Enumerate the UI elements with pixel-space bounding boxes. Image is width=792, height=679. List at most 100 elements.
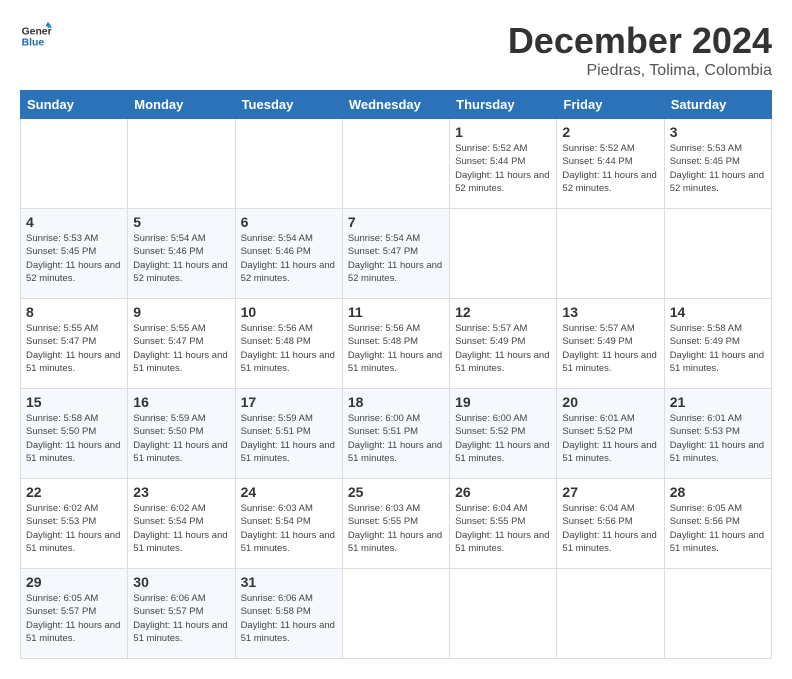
calendar-cell — [450, 209, 557, 299]
day-number: 24 — [241, 484, 337, 500]
day-info: Sunrise: 6:06 AM Sunset: 5:58 PM Dayligh… — [241, 592, 337, 645]
calendar-cell: 18 Sunrise: 6:00 AM Sunset: 5:51 PM Dayl… — [342, 389, 449, 479]
location-title: Piedras, Tolima, Colombia — [508, 62, 772, 80]
day-info: Sunrise: 5:57 AM Sunset: 5:49 PM Dayligh… — [562, 322, 658, 375]
day-info: Sunrise: 6:04 AM Sunset: 5:55 PM Dayligh… — [455, 502, 551, 555]
col-friday: Friday — [557, 91, 664, 119]
day-number: 30 — [133, 574, 229, 590]
day-number: 5 — [133, 214, 229, 230]
day-number: 17 — [241, 394, 337, 410]
calendar-cell: 29 Sunrise: 6:05 AM Sunset: 5:57 PM Dayl… — [21, 569, 128, 659]
day-info: Sunrise: 6:05 AM Sunset: 5:56 PM Dayligh… — [670, 502, 766, 555]
day-number: 20 — [562, 394, 658, 410]
day-number: 1 — [455, 124, 551, 140]
day-number: 8 — [26, 304, 122, 320]
day-info: Sunrise: 5:53 AM Sunset: 5:45 PM Dayligh… — [26, 232, 122, 285]
calendar-cell: 12 Sunrise: 5:57 AM Sunset: 5:49 PM Dayl… — [450, 299, 557, 389]
day-number: 16 — [133, 394, 229, 410]
calendar-cell: 31 Sunrise: 6:06 AM Sunset: 5:58 PM Dayl… — [235, 569, 342, 659]
day-number: 28 — [670, 484, 766, 500]
col-saturday: Saturday — [664, 91, 771, 119]
calendar-cell: 5 Sunrise: 5:54 AM Sunset: 5:46 PM Dayli… — [128, 209, 235, 299]
calendar-cell — [664, 569, 771, 659]
day-number: 14 — [670, 304, 766, 320]
day-number: 13 — [562, 304, 658, 320]
calendar-cell: 20 Sunrise: 6:01 AM Sunset: 5:52 PM Dayl… — [557, 389, 664, 479]
calendar-week-row: 1 Sunrise: 5:52 AM Sunset: 5:44 PM Dayli… — [21, 119, 772, 209]
calendar-week-row: 29 Sunrise: 6:05 AM Sunset: 5:57 PM Dayl… — [21, 569, 772, 659]
calendar-cell: 14 Sunrise: 5:58 AM Sunset: 5:49 PM Dayl… — [664, 299, 771, 389]
day-info: Sunrise: 6:01 AM Sunset: 5:52 PM Dayligh… — [562, 412, 658, 465]
calendar-cell: 6 Sunrise: 5:54 AM Sunset: 5:46 PM Dayli… — [235, 209, 342, 299]
day-number: 3 — [670, 124, 766, 140]
day-number: 9 — [133, 304, 229, 320]
day-info: Sunrise: 5:58 AM Sunset: 5:49 PM Dayligh… — [670, 322, 766, 375]
day-info: Sunrise: 6:02 AM Sunset: 5:54 PM Dayligh… — [133, 502, 229, 555]
day-number: 21 — [670, 394, 766, 410]
calendar-cell — [235, 119, 342, 209]
col-tuesday: Tuesday — [235, 91, 342, 119]
calendar-cell: 21 Sunrise: 6:01 AM Sunset: 5:53 PM Dayl… — [664, 389, 771, 479]
day-info: Sunrise: 6:00 AM Sunset: 5:52 PM Dayligh… — [455, 412, 551, 465]
col-wednesday: Wednesday — [342, 91, 449, 119]
month-title: December 2024 — [508, 20, 772, 62]
calendar-cell: 15 Sunrise: 5:58 AM Sunset: 5:50 PM Dayl… — [21, 389, 128, 479]
day-number: 11 — [348, 304, 444, 320]
calendar-cell — [21, 119, 128, 209]
col-thursday: Thursday — [450, 91, 557, 119]
logo: General Blue — [20, 20, 52, 52]
day-info: Sunrise: 5:56 AM Sunset: 5:48 PM Dayligh… — [348, 322, 444, 375]
day-number: 27 — [562, 484, 658, 500]
day-info: Sunrise: 5:56 AM Sunset: 5:48 PM Dayligh… — [241, 322, 337, 375]
day-info: Sunrise: 5:52 AM Sunset: 5:44 PM Dayligh… — [562, 142, 658, 195]
calendar-cell: 17 Sunrise: 5:59 AM Sunset: 5:51 PM Dayl… — [235, 389, 342, 479]
calendar-cell — [557, 209, 664, 299]
calendar-week-row: 8 Sunrise: 5:55 AM Sunset: 5:47 PM Dayli… — [21, 299, 772, 389]
calendar-cell: 4 Sunrise: 5:53 AM Sunset: 5:45 PM Dayli… — [21, 209, 128, 299]
day-number: 19 — [455, 394, 551, 410]
day-number: 7 — [348, 214, 444, 230]
day-info: Sunrise: 6:04 AM Sunset: 5:56 PM Dayligh… — [562, 502, 658, 555]
col-monday: Monday — [128, 91, 235, 119]
day-number: 29 — [26, 574, 122, 590]
day-info: Sunrise: 6:05 AM Sunset: 5:57 PM Dayligh… — [26, 592, 122, 645]
day-number: 31 — [241, 574, 337, 590]
calendar-cell: 16 Sunrise: 5:59 AM Sunset: 5:50 PM Dayl… — [128, 389, 235, 479]
calendar-cell: 8 Sunrise: 5:55 AM Sunset: 5:47 PM Dayli… — [21, 299, 128, 389]
calendar-cell — [450, 569, 557, 659]
calendar-cell: 22 Sunrise: 6:02 AM Sunset: 5:53 PM Dayl… — [21, 479, 128, 569]
day-info: Sunrise: 5:54 AM Sunset: 5:46 PM Dayligh… — [133, 232, 229, 285]
day-number: 18 — [348, 394, 444, 410]
calendar-cell: 23 Sunrise: 6:02 AM Sunset: 5:54 PM Dayl… — [128, 479, 235, 569]
day-number: 25 — [348, 484, 444, 500]
logo-icon: General Blue — [20, 20, 52, 52]
day-info: Sunrise: 5:53 AM Sunset: 5:45 PM Dayligh… — [670, 142, 766, 195]
svg-text:Blue: Blue — [22, 38, 45, 49]
calendar-cell: 27 Sunrise: 6:04 AM Sunset: 5:56 PM Dayl… — [557, 479, 664, 569]
calendar-week-row: 22 Sunrise: 6:02 AM Sunset: 5:53 PM Dayl… — [21, 479, 772, 569]
day-info: Sunrise: 5:57 AM Sunset: 5:49 PM Dayligh… — [455, 322, 551, 375]
calendar-cell — [557, 569, 664, 659]
day-number: 10 — [241, 304, 337, 320]
day-info: Sunrise: 5:55 AM Sunset: 5:47 PM Dayligh… — [26, 322, 122, 375]
day-info: Sunrise: 5:52 AM Sunset: 5:44 PM Dayligh… — [455, 142, 551, 195]
calendar-cell: 24 Sunrise: 6:03 AM Sunset: 5:54 PM Dayl… — [235, 479, 342, 569]
calendar-cell: 19 Sunrise: 6:00 AM Sunset: 5:52 PM Dayl… — [450, 389, 557, 479]
calendar-cell: 11 Sunrise: 5:56 AM Sunset: 5:48 PM Dayl… — [342, 299, 449, 389]
header-row: Sunday Monday Tuesday Wednesday Thursday… — [21, 91, 772, 119]
calendar-cell — [128, 119, 235, 209]
day-info: Sunrise: 6:03 AM Sunset: 5:54 PM Dayligh… — [241, 502, 337, 555]
day-info: Sunrise: 5:59 AM Sunset: 5:51 PM Dayligh… — [241, 412, 337, 465]
calendar-cell: 10 Sunrise: 5:56 AM Sunset: 5:48 PM Dayl… — [235, 299, 342, 389]
day-info: Sunrise: 5:59 AM Sunset: 5:50 PM Dayligh… — [133, 412, 229, 465]
day-number: 2 — [562, 124, 658, 140]
calendar-cell: 3 Sunrise: 5:53 AM Sunset: 5:45 PM Dayli… — [664, 119, 771, 209]
day-info: Sunrise: 6:06 AM Sunset: 5:57 PM Dayligh… — [133, 592, 229, 645]
svg-text:General: General — [22, 26, 52, 37]
calendar-cell: 26 Sunrise: 6:04 AM Sunset: 5:55 PM Dayl… — [450, 479, 557, 569]
calendar-cell — [342, 569, 449, 659]
day-number: 4 — [26, 214, 122, 230]
calendar-table: Sunday Monday Tuesday Wednesday Thursday… — [20, 90, 772, 659]
day-info: Sunrise: 6:02 AM Sunset: 5:53 PM Dayligh… — [26, 502, 122, 555]
day-number: 26 — [455, 484, 551, 500]
